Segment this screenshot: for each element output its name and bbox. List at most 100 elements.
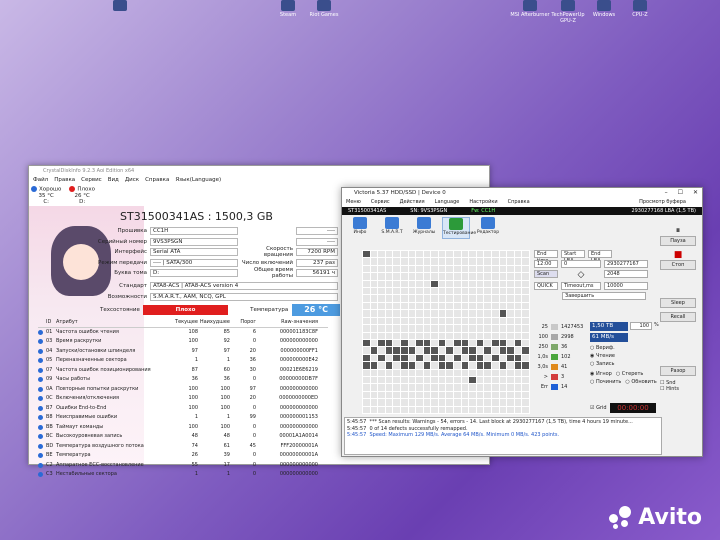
column-header[interactable]: Атрибут [56, 318, 166, 327]
pause-button[interactable]: Пауза [660, 236, 696, 246]
read-option[interactable]: ◉ Чтение [590, 352, 660, 360]
drive-tab-c[interactable]: Хорошо 35 °C C: [31, 186, 61, 205]
table-row[interactable]: 07 Частота ошибок позиционирования 87 60 30 0… [38, 366, 328, 376]
column-header[interactable]: ID [46, 318, 56, 327]
table-cell: 07 [46, 366, 53, 373]
maximize-icon[interactable]: ☐ [678, 188, 683, 198]
menu-item[interactable]: Настройки [469, 198, 497, 207]
menu-item[interactable]: Сервис [81, 176, 102, 185]
toolbar: Инфо S.M.A.R.T Журналы Тестирование Реда… [342, 215, 702, 241]
table-row[interactable]: C2 Аппаратное ECC-восстановление 55 17 0 0000… [38, 461, 328, 471]
drive-tab-d[interactable]: Плохо 26 °C D: [69, 186, 95, 205]
end-lba-input[interactable]: 2930277167 [604, 260, 648, 268]
scan-block-cell [393, 295, 400, 302]
menu-item[interactable]: Язык(Language) [175, 176, 221, 185]
desktop-icon-riot[interactable]: Riot Games [304, 0, 344, 24]
column-header[interactable]: Текущее [166, 318, 198, 327]
refresh-option[interactable]: ○ Обновить [625, 378, 656, 386]
scan-block-cell [522, 265, 529, 273]
quick-button[interactable]: QUICK [534, 282, 558, 290]
scan-block-cell [385, 325, 393, 332]
scan-block-cell [469, 310, 476, 317]
ignore-option[interactable]: ◉ Игнор [590, 370, 612, 378]
table-row[interactable]: BB Таймаут команды 100 100 0 000000000000 [38, 423, 328, 433]
recall-button[interactable]: Recall [660, 312, 696, 322]
table-cell: 09 [46, 376, 53, 382]
buffer-view-toggle[interactable]: Просмотр буфера [639, 198, 686, 207]
direction-pad-icon[interactable]: ◇ [561, 270, 601, 280]
menu-item[interactable]: Справка [508, 198, 530, 207]
menu-item[interactable]: Файл [33, 176, 48, 185]
close-icon[interactable]: ✕ [693, 188, 698, 198]
table-row[interactable]: BE Температура 26 39 0 00000000001A [38, 451, 328, 461]
riot-icon [317, 0, 331, 11]
grid-checkbox[interactable]: ☑ Grid [590, 405, 607, 411]
table-row[interactable]: B8 Неисправимые ошибки 1 1 99 000000001153 [38, 413, 328, 423]
column-header[interactable]: Порог [230, 318, 256, 327]
desktop-icon-windows[interactable]: Windows [584, 0, 624, 24]
timer-input[interactable]: 12:00 [534, 260, 558, 268]
block-color-swatch [551, 374, 558, 380]
scan-block-cell [416, 317, 423, 325]
menu-item[interactable]: Вид [108, 176, 119, 185]
tab-editor[interactable]: Редактор [474, 217, 502, 239]
table-row[interactable]: 01 Частота ошибок чтения 108 85 6 000001183C8… [38, 328, 328, 338]
scan-block-cell [499, 376, 507, 384]
table-row[interactable]: C3 Нестабильные сектора 1 1 0 000000000000 [38, 470, 328, 480]
column-header[interactable]: Raw-значения [256, 318, 318, 327]
table-row[interactable]: 0A Повторные попытки раскрутки 100 100 97 000… [38, 385, 328, 395]
menu-item[interactable]: Language [435, 198, 460, 207]
table-row[interactable]: BD Температура воздушного потока 74 61 45 FFF… [38, 442, 328, 452]
tab-info[interactable]: Инфо [346, 217, 374, 239]
table-row[interactable]: 0C Включения/отключения 100 100 20 0000000000… [38, 394, 328, 404]
start-lba-input[interactable]: 0 [561, 260, 601, 268]
menu-item[interactable]: Диск [125, 176, 139, 185]
desktop-icon-folder[interactable] [100, 0, 140, 24]
menu-item[interactable]: Сервис [371, 198, 390, 207]
passport-button[interactable]: Разор [660, 366, 696, 376]
tab-testing[interactable]: Тестирование [442, 217, 476, 239]
table-row[interactable]: 05 Переназначенные сектора 1 1 36 000000000E4… [38, 356, 328, 366]
end-time-input[interactable]: End time [534, 250, 558, 264]
drive-lba: 2930277168 LBA (1,5 TB) [631, 208, 696, 214]
temperature-badge[interactable]: 26 °C [292, 304, 340, 316]
scan-block-cell [484, 384, 492, 391]
scan-block-cell [499, 325, 507, 332]
tab-smart[interactable]: S.M.A.R.T [378, 217, 406, 239]
table-row[interactable]: 03 Время раскрутки 100 92 0 000000000000 [38, 337, 328, 347]
menu-item[interactable]: Правка [54, 176, 75, 185]
column-header[interactable]: Наихудшее [198, 318, 230, 327]
remap-option[interactable]: ○ Починить [590, 378, 621, 386]
scan-block-cell [461, 391, 469, 399]
desktop-icon-cpuz[interactable]: CPU-Z [620, 0, 660, 24]
write-option[interactable]: ○ Запись [590, 360, 660, 368]
table-row[interactable]: BC Высокоуровневая запись 48 48 0 00001A1A001… [38, 432, 328, 442]
menu-item[interactable]: Действия [400, 198, 425, 207]
erase-option[interactable]: ○ Стереть [616, 370, 644, 378]
desktop-icon-gpuz[interactable]: TechPowerUp GPU-Z [548, 0, 588, 24]
table-row[interactable]: 09 Часы работы 36 36 0 00000000DB7F [38, 375, 328, 385]
scan-block-cell [400, 310, 408, 317]
block-size-select[interactable]: 2048 [604, 270, 648, 278]
scan-block-cell [507, 310, 514, 317]
stop-button[interactable]: Стоп [660, 260, 696, 270]
hints-checkbox[interactable]: ☐ Hints [660, 386, 696, 392]
desktop-icon-afterburner[interactable]: MSI Afterburner [510, 0, 550, 24]
health-status-badge[interactable]: Плохо [142, 305, 229, 315]
block-color-swatch [551, 344, 558, 350]
menu-item[interactable]: Справка [145, 176, 169, 185]
table-row[interactable]: 04 Запуски/остановки шпинделя 97 97 20 000000… [38, 347, 328, 357]
scan-block-cell [499, 332, 507, 339]
scan-button[interactable]: Scan [534, 270, 558, 278]
verify-option[interactable]: ○ Вериф. [590, 344, 660, 352]
menu-item[interactable]: Меню [346, 198, 361, 207]
scan-block-cell [492, 265, 499, 273]
sleep-button[interactable]: Sleep [660, 298, 696, 308]
desktop-icon-steam[interactable]: Steam [268, 0, 308, 24]
minimize-icon[interactable]: – [665, 188, 668, 198]
table-cell: 17 [223, 461, 230, 468]
table-row[interactable]: B7 Ошибки End-to-End 100 100 0 000000000000 [38, 404, 328, 414]
timeout-input[interactable]: 10000 [604, 282, 648, 290]
tab-logs[interactable]: Журналы [410, 217, 438, 239]
mode-select[interactable]: Завершить [562, 292, 646, 300]
